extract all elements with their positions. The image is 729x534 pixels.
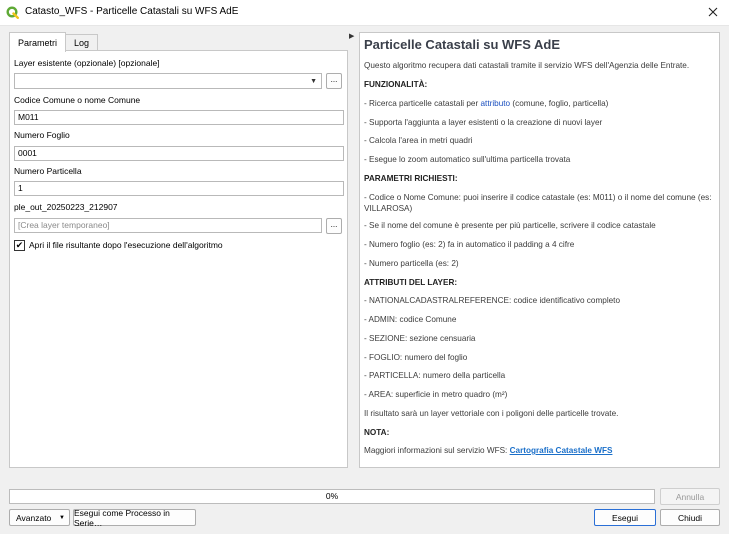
layer-select[interactable]: ▼: [14, 73, 322, 89]
open-file-checkbox[interactable]: ✔: [14, 240, 25, 251]
help-attr-6: - AREA: superficie in metro quadro (m²): [364, 390, 508, 399]
foglio-label: Numero Foglio: [14, 130, 70, 140]
cancel-button[interactable]: Annulla: [660, 488, 720, 505]
help-funz-3: - Calcola l'area in metri quadri: [364, 136, 473, 145]
help-title: Particelle Catastali su WFS AdE: [364, 37, 561, 52]
batch-process-button[interactable]: Esegui come Processo in Serie…: [73, 508, 196, 528]
progress-bar: 0%: [9, 489, 655, 504]
help-param-3: - Numero foglio (es: 2) fa in automatico…: [364, 240, 575, 249]
help-attr-heading: ATTRIBUTI DEL LAYER:: [364, 278, 458, 287]
help-intro: Questo algoritmo recupera dati catastali…: [364, 61, 690, 70]
output-input[interactable]: [Crea layer temporaneo]: [14, 218, 322, 233]
foglio-input[interactable]: 0001: [14, 146, 344, 161]
help-funz-4: - Esegue lo zoom automatico sull'ultima …: [364, 155, 571, 164]
help-nota-pre: Maggiori informazioni sul servizio WFS:: [364, 446, 510, 455]
help-result: Il risultato sarà un layer vettoriale co…: [364, 409, 619, 418]
layer-label: Layer esistente (opzionale) [opzionale]: [14, 58, 160, 68]
help-param-1: - Codice o Nome Comune: puoi inserire il…: [364, 193, 712, 213]
help-attr-1: - NATIONALCADASTRALREFERENCE: codice ide…: [364, 296, 621, 305]
help-attr-2: - ADMIN: codice Comune: [364, 315, 457, 324]
title-bar: Catasto_WFS - Particelle Catastali su WF…: [0, 0, 729, 26]
comune-label: Codice Comune o nome Comune: [14, 95, 141, 105]
collapse-help-icon[interactable]: ▶: [349, 32, 354, 40]
help-nota: Maggiori informazioni sul servizio WFS: …: [364, 446, 612, 455]
help-funz-1-post: (comune, foglio, particella): [510, 99, 609, 108]
help-param-heading: PARAMETRI RICHIESTI:: [364, 174, 458, 183]
particella-label: Numero Particella: [14, 166, 82, 176]
help-param-4: - Numero particella (es: 2): [364, 259, 459, 268]
advanced-label: Avanzato: [16, 512, 52, 523]
comune-input[interactable]: M011: [14, 110, 344, 125]
parameters-panel: Layer esistente (opzionale) [opzionale] …: [9, 50, 348, 468]
help-nota-heading: NOTA:: [364, 428, 390, 437]
particella-input[interactable]: 1: [14, 181, 344, 196]
close-icon: [708, 7, 718, 17]
help-attr-3: - SEZIONE: sezione censuaria: [364, 334, 476, 343]
help-attr-5: - PARTICELLA: numero della particella: [364, 371, 506, 380]
cartografia-link[interactable]: Cartografia Catastale WFS: [510, 446, 613, 455]
close-window-button[interactable]: [703, 3, 723, 21]
tab-parametri[interactable]: Parametri: [9, 32, 67, 52]
output-label: ple_out_20250223_212907: [14, 202, 118, 212]
help-funz-1: - Ricerca particelle catastali per attri…: [364, 99, 608, 108]
run-button[interactable]: Esegui: [594, 509, 656, 526]
qgis-logo-icon: [6, 6, 19, 19]
layer-browse-button[interactable]: ...: [326, 73, 342, 89]
help-funz-2: - Supporta l'aggiunta a layer esistenti …: [364, 118, 603, 127]
close-button[interactable]: Chiudi: [660, 509, 720, 526]
attributo-link[interactable]: attributo: [481, 99, 511, 108]
help-funz-1-pre: - Ricerca particelle catastali per: [364, 99, 481, 108]
help-funz-heading: FUNZIONALITÀ:: [364, 80, 428, 89]
chevron-down-icon: ▼: [59, 514, 65, 521]
help-attr-4: - FOGLIO: numero del foglio: [364, 353, 468, 362]
advanced-button[interactable]: Avanzato ▼: [9, 509, 70, 526]
output-browse-button[interactable]: ...: [326, 218, 342, 234]
chevron-down-icon: ▼: [310, 78, 317, 85]
help-panel: Particelle Catastali su WFS AdE Questo a…: [359, 32, 720, 468]
open-file-label: Apri il file risultante dopo l'esecuzion…: [29, 240, 223, 250]
help-param-2: - Se il nome del comune è presente per p…: [364, 221, 656, 230]
tab-log[interactable]: Log: [65, 34, 99, 51]
window-title: Catasto_WFS - Particelle Catastali su WF…: [25, 6, 239, 17]
dialog-body: Parametri Log Layer esistente (opzionale…: [0, 26, 729, 534]
tab-bar: Parametri Log: [9, 32, 99, 52]
